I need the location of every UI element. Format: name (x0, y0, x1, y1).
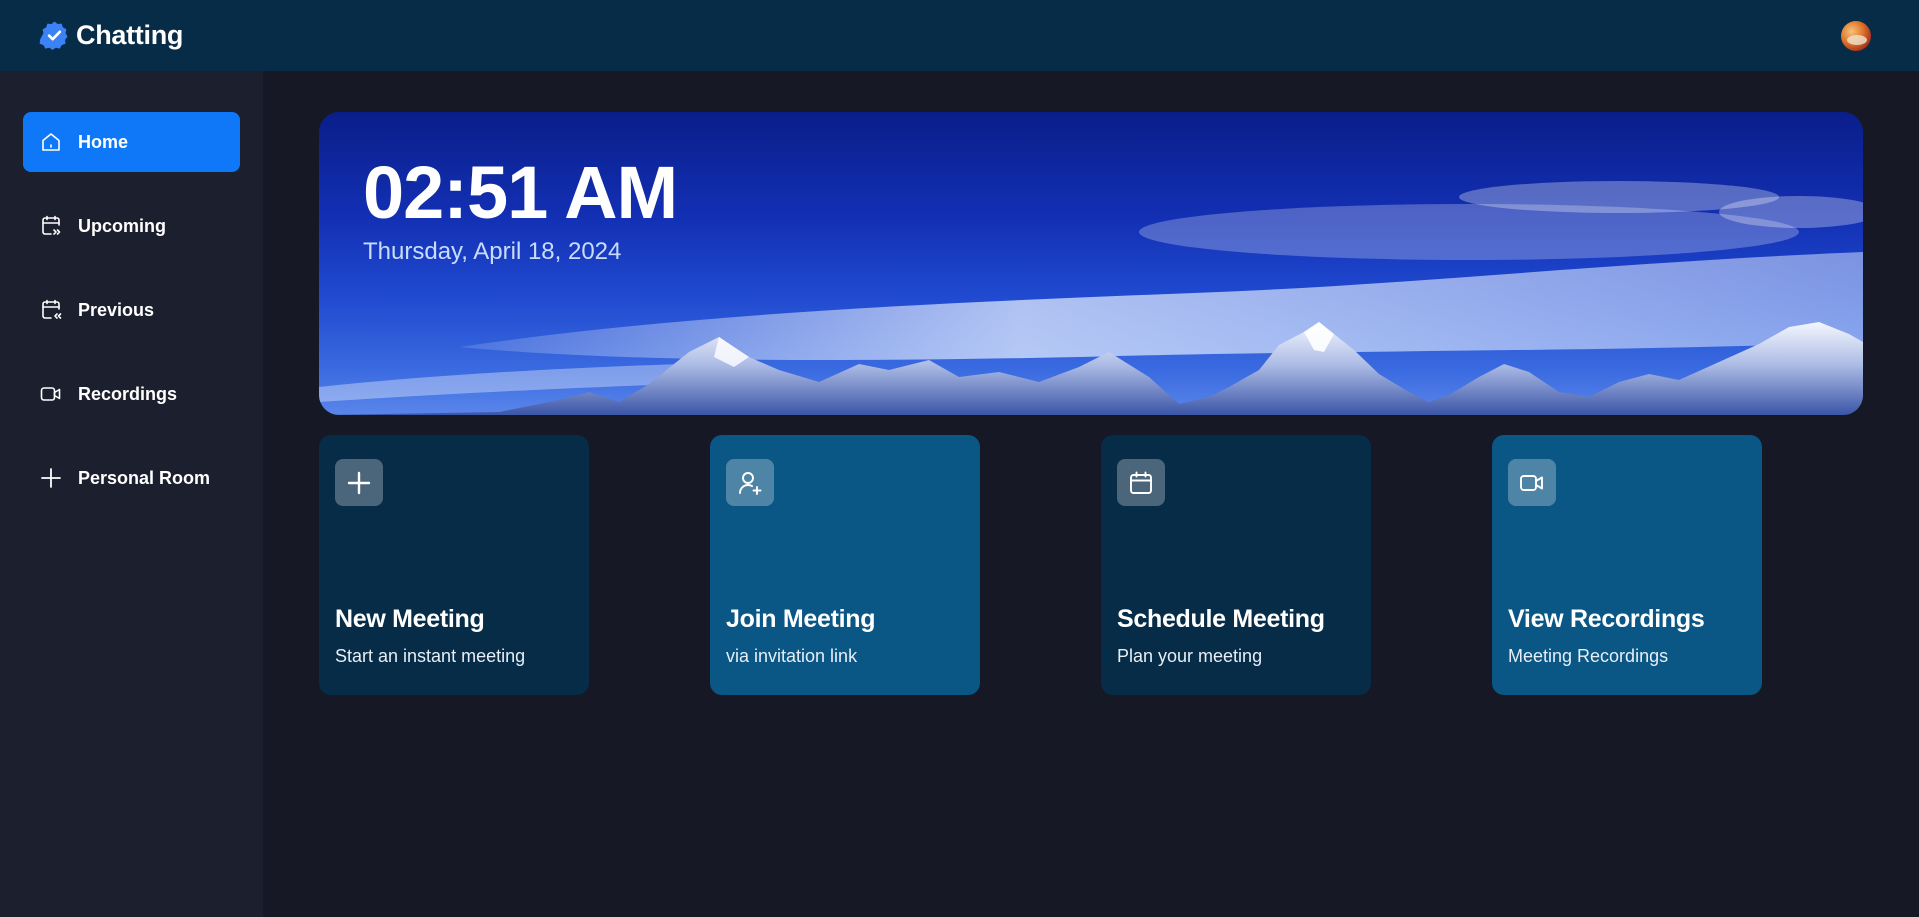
top-navbar: Chatting (0, 0, 1919, 71)
calendar-icon (1117, 459, 1165, 506)
new-meeting-card[interactable]: New Meeting Start an instant meeting (319, 435, 589, 695)
sidebar-item-upcoming[interactable]: Upcoming (23, 196, 240, 256)
join-meeting-card[interactable]: Join Meeting via invitation link (710, 435, 980, 695)
card-title: Join Meeting (726, 605, 876, 633)
sidebar-item-label: Recordings (78, 383, 178, 404)
app-name: Chatting (76, 20, 184, 50)
calendar-back-icon (39, 298, 63, 322)
card-title: Schedule Meeting (1117, 605, 1325, 633)
plus-icon (335, 459, 383, 506)
sidebar-item-home[interactable]: Home (23, 112, 240, 172)
sidebar-item-label: Home (78, 131, 129, 152)
sidebar-item-personal-room[interactable]: Personal Room (23, 448, 240, 508)
sidebar-item-label: Previous (78, 299, 155, 320)
sidebar-item-label: Upcoming (78, 215, 166, 236)
sidebar: Home Upcoming Previous Recordings Person… (0, 71, 263, 917)
card-subtitle: via invitation link (726, 646, 858, 666)
hero-banner: 02:51 AM Thursday, April 18, 2024 (319, 112, 1863, 415)
plus-icon (39, 466, 63, 490)
sidebar-item-recordings[interactable]: Recordings (23, 364, 240, 424)
sidebar-item-previous[interactable]: Previous (23, 280, 240, 340)
schedule-meeting-card[interactable]: Schedule Meeting Plan your meeting (1101, 435, 1371, 695)
verified-check-icon (39, 21, 68, 50)
sidebar-item-label: Personal Room (78, 467, 211, 488)
card-title: View Recordings (1508, 605, 1705, 633)
calendar-forward-icon (39, 214, 63, 238)
current-date: Thursday, April 18, 2024 (363, 238, 622, 265)
view-recordings-card[interactable]: View Recordings Meeting Recordings (1492, 435, 1762, 695)
brand-link[interactable]: Chatting (39, 20, 183, 51)
current-time: 02:51 AM (363, 151, 678, 234)
add-user-icon (726, 459, 774, 506)
card-subtitle: Start an instant meeting (335, 646, 526, 666)
video-icon (39, 382, 63, 406)
card-title: New Meeting (335, 605, 485, 633)
home-icon (39, 130, 63, 154)
card-subtitle: Meeting Recordings (1508, 646, 1669, 666)
user-avatar[interactable] (1841, 20, 1871, 51)
video-icon (1508, 459, 1556, 506)
card-subtitle: Plan your meeting (1117, 646, 1263, 666)
